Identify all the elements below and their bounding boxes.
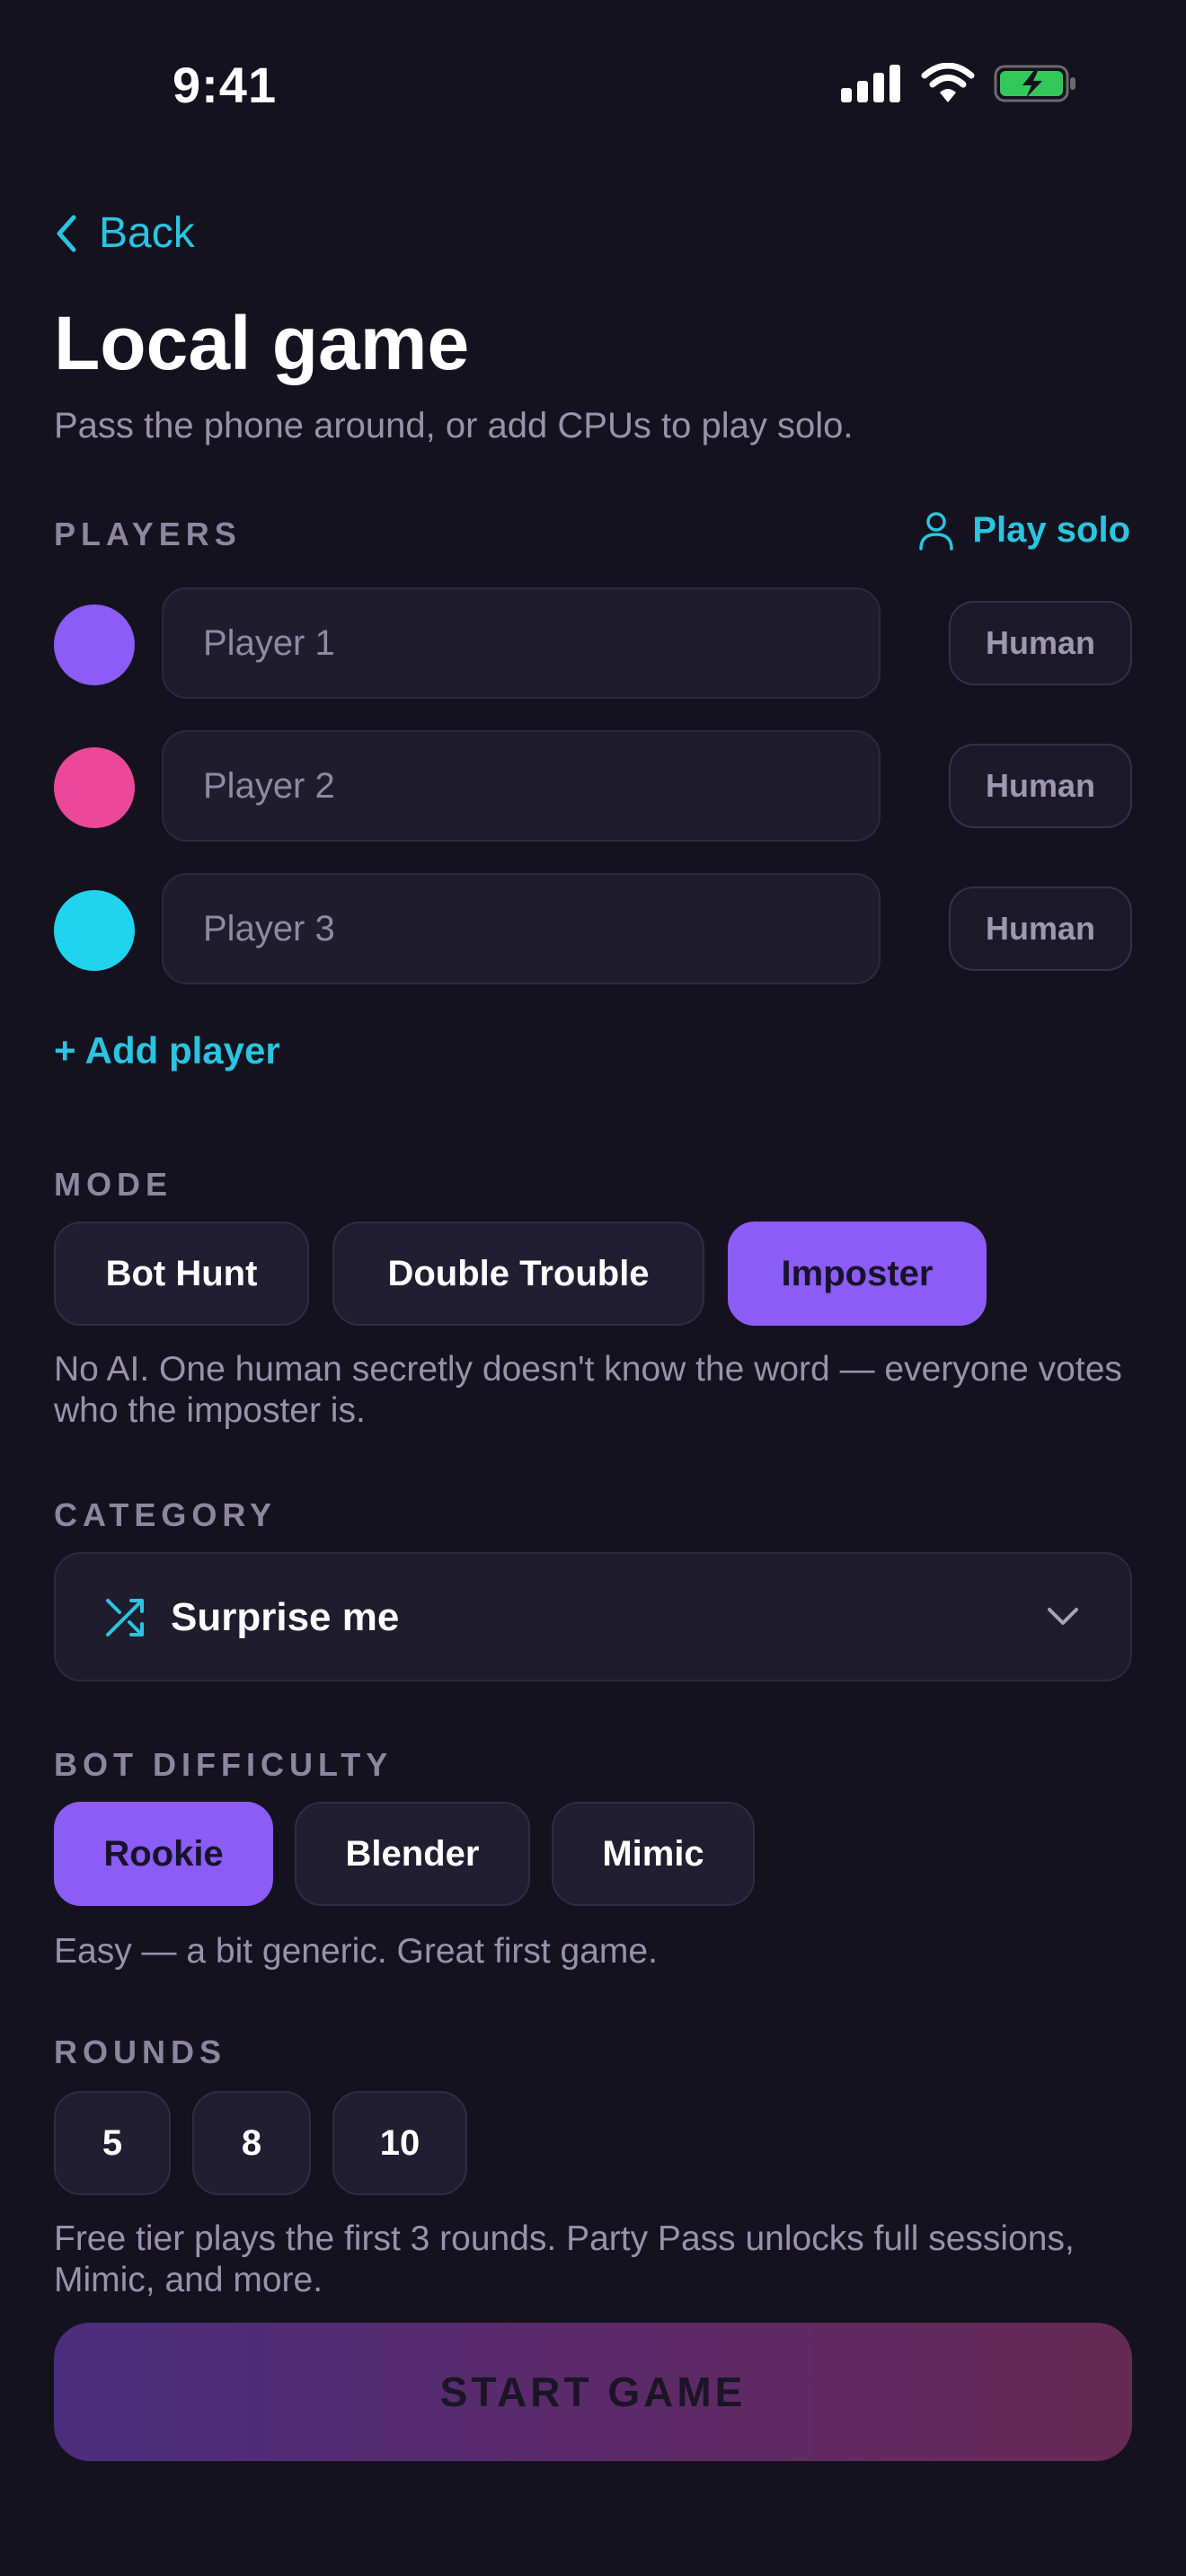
player-avatar[interactable] — [54, 890, 135, 971]
player-row: Human — [54, 730, 1132, 845]
battery-charging-icon — [994, 65, 1075, 102]
difficulty-description: Easy — a bit generic. Great first game. — [54, 1932, 658, 1971]
mode-option-imposter[interactable]: Imposter — [728, 1222, 987, 1326]
category-value: Surprise me — [171, 1595, 400, 1639]
difficulty-option-blender[interactable]: Blender — [295, 1802, 530, 1906]
rounds-option-8[interactable]: 8 — [192, 2091, 311, 2195]
rounds-option-10[interactable]: 10 — [332, 2091, 467, 2195]
player-avatar[interactable] — [54, 747, 135, 828]
player-name-input[interactable] — [162, 873, 881, 984]
page-title: Local game — [54, 301, 470, 385]
chevron-left-icon — [57, 215, 76, 251]
play-solo-label: Play solo — [972, 510, 1130, 550]
mode-option-bot-hunt[interactable]: Bot Hunt — [54, 1222, 309, 1326]
shuffle-icon — [106, 1599, 144, 1636]
player-avatar[interactable] — [54, 604, 135, 685]
player-name-input[interactable] — [162, 730, 881, 842]
rounds-option-5[interactable]: 5 — [54, 2091, 171, 2195]
rounds-label: ROUNDS — [54, 2033, 227, 2070]
player-type-toggle[interactable]: Human — [949, 744, 1132, 828]
player-row: Human — [54, 587, 1132, 702]
status-time: 9:41 — [173, 57, 278, 113]
player-name-input[interactable] — [162, 587, 881, 699]
bot-difficulty-label: BOT DIFFICULTY — [54, 1746, 394, 1783]
difficulty-option-rookie[interactable]: Rookie — [54, 1802, 273, 1906]
play-solo-button[interactable]: Play solo — [918, 510, 1130, 551]
player-row: Human — [54, 873, 1132, 988]
rounds-note: Free tier plays the first 3 rounds. Part… — [54, 2219, 1075, 2299]
cellular-signal-icon — [841, 65, 900, 102]
wifi-icon — [921, 63, 975, 102]
category-label: CATEGORY — [54, 1496, 278, 1533]
page-subtitle: Pass the phone around, or add CPUs to pl… — [54, 406, 854, 446]
mode-description: No AI. One human secretly doesn't know t… — [54, 1350, 1122, 1430]
status-icons — [841, 63, 1078, 104]
back-button[interactable]: Back — [54, 208, 195, 258]
start-game-button[interactable]: START GAME — [54, 2323, 1132, 2461]
back-label: Back — [99, 209, 195, 257]
player-type-toggle[interactable]: Human — [949, 887, 1132, 971]
difficulty-option-mimic[interactable]: Mimic — [552, 1802, 755, 1906]
chevron-down-icon — [1048, 1608, 1078, 1625]
category-dropdown[interactable]: Surprise me — [54, 1552, 1132, 1681]
mode-label: MODE — [54, 1166, 173, 1203]
add-player-button[interactable]: + Add player — [54, 1029, 280, 1072]
person-icon — [919, 511, 954, 551]
players-label: PLAYERS — [54, 516, 242, 552]
mode-option-double-trouble[interactable]: Double Trouble — [332, 1222, 704, 1326]
player-type-toggle[interactable]: Human — [949, 601, 1132, 685]
